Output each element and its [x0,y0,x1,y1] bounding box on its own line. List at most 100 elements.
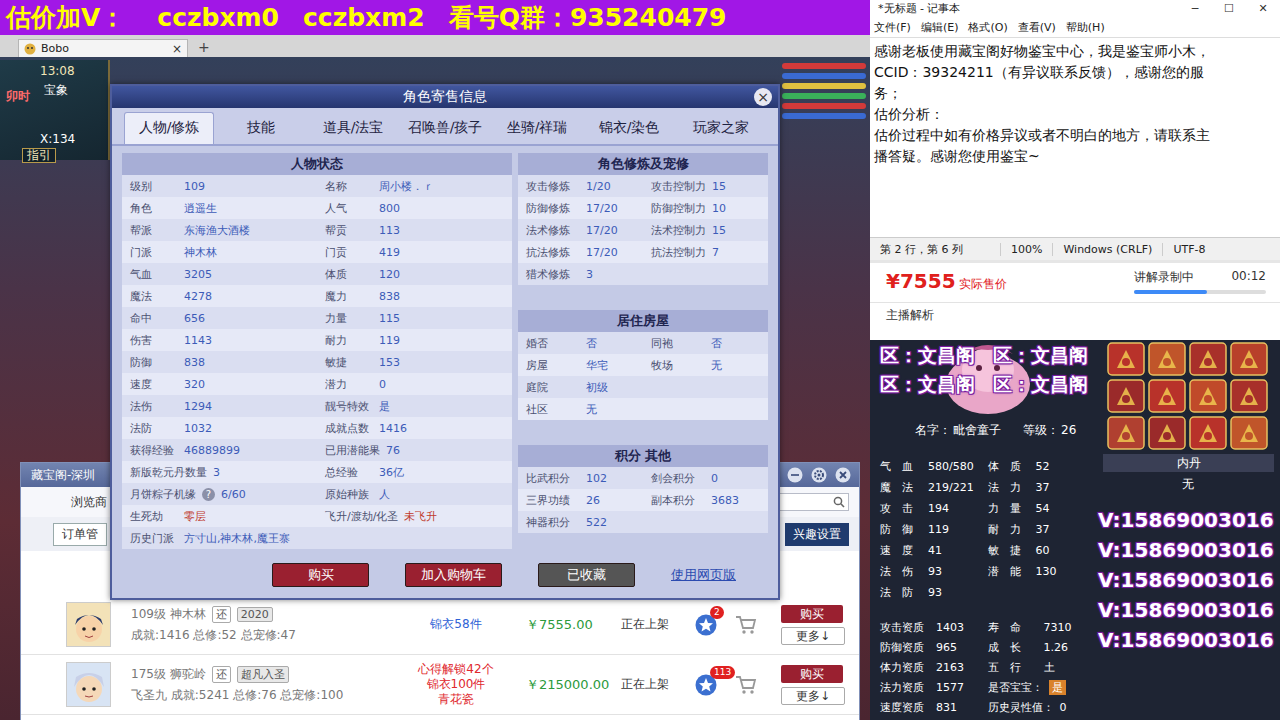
stat-label: 体力资质 [880,660,930,675]
field-value: 3683 [711,494,739,507]
tab[interactable]: 技能 [216,112,306,144]
close-icon[interactable] [835,467,851,483]
field-value: 方寸山,神木林,魔王寨 [184,531,290,546]
tab[interactable]: 玩家之家 [676,112,766,144]
menu-item[interactable]: 编辑(E) [921,20,959,35]
web-version-link[interactable]: 使用网页版 [671,566,736,584]
help-icon[interactable]: ? [202,488,215,501]
tab[interactable]: 召唤兽/孩子 [400,112,490,144]
tab-close-button[interactable]: × [172,42,182,56]
notepad-text[interactable]: 感谢老板使用藏宝阁好物鉴宝中心，我是鉴宝师小木，CCID：39324211（有异… [870,37,1280,237]
listing-text: 109级 神木林还2020成就:1416 总修:52 总宠修:47 [111,606,386,644]
listing-row[interactable]: 175级 狮驼岭还超凡入圣飞圣九 成就:5241 总修:76 总宠修:100心得… [21,655,859,715]
favorite[interactable]: 2 [686,614,726,636]
title-line: 109级 神木林还2020 [131,606,386,623]
skill-icon[interactable] [1148,379,1186,413]
field-value: 零层 [184,509,206,524]
window-control[interactable]: ✕ [1246,2,1280,15]
skill-icon[interactable] [1189,416,1227,450]
orders-tab[interactable]: 订单管 [53,523,107,546]
stat-value: 是 [1049,680,1066,695]
info-row: 命中656力量115 [122,307,512,329]
section-header: 角色修炼及宠修 [518,153,768,175]
window-control[interactable]: ☐ [1212,2,1246,15]
field-value: 0 [711,472,718,485]
pet-name: 毗舍童子 [953,422,1001,439]
stat-cell: 速 度41 [880,543,988,558]
minimize-icon[interactable] [787,467,803,483]
stat-cell: 潜 能130 [988,564,1096,579]
cart-icon [735,615,757,635]
skill-icon[interactable] [1107,416,1145,450]
stat-label: 耐 力 [988,522,1030,537]
skill-icon[interactable] [1189,379,1227,413]
skill-icon[interactable] [1107,379,1145,413]
interest-settings-button[interactable]: 兴趣设置 [785,523,849,546]
field-value: 115 [379,312,400,325]
field-label: 婚否 [526,336,580,351]
field-label: 已用潜能果 [325,443,380,458]
sale-price-label: 实际售价 [959,277,1007,291]
status-bar [782,113,866,119]
field-label: 三界功绩 [526,493,580,508]
buy-button[interactable]: 购买 [272,563,369,587]
text-line: 播答疑。感谢您使用鉴宝~ [874,146,1276,167]
more-button[interactable]: 更多↓ [781,687,845,705]
favorited-button[interactable]: 已收藏 [538,563,635,587]
stat-value: 37 [1036,523,1050,536]
stat-label: 法 力 [988,480,1030,495]
tab[interactable]: 坐骑/祥瑞 [492,112,582,144]
buy-button[interactable]: 购买 [781,665,843,683]
skill-icon[interactable] [1189,342,1227,376]
guide-button[interactable]: 指引 [22,148,56,163]
field-label: 靓号特效 [325,399,373,414]
new-tab-button[interactable]: + [194,39,214,57]
menu-item[interactable]: 格式(O) [968,20,1007,35]
favorite[interactable]: 113 [686,674,726,696]
field-label: 魔法 [130,289,178,304]
stat-value: 2163 [936,661,964,674]
info-cell: 成就点数1416 [317,417,512,439]
info-row: 庭院初级 [518,376,768,398]
info-row: 伤害1143耐力119 [122,329,512,351]
cart[interactable] [726,615,766,635]
skill-icon[interactable] [1148,416,1186,450]
info-cell: 房屋华宅 [518,354,643,376]
stat-row: 速度资质831历史灵性值：0 [880,697,1095,717]
tab[interactable]: 锦衣/染色 [584,112,674,144]
info-row: 婚否否同袍否 [518,332,768,354]
info-cell: 攻击控制力15 [643,175,768,197]
info-cell: 名称周小楼．ｒ [317,175,512,197]
close-button[interactable]: × [754,88,772,106]
stat-cell: 防御资质965 [880,640,988,655]
stat-cell: 速度资质831 [880,700,988,715]
browse-tab[interactable]: 浏览商 [71,494,107,511]
search-box[interactable] [769,493,849,511]
menu-item[interactable]: 帮助(H) [1066,20,1105,35]
status-bar [782,73,866,79]
info-line: 锦衣58件 [386,617,526,632]
tab[interactable]: 道具/法宝 [308,112,398,144]
game-hud: 13:08宝象卯时X:134指引 [0,60,110,160]
skill-icon[interactable] [1107,342,1145,376]
listing-row[interactable]: 109级 神木林还2020成就:1416 总修:52 总宠修:47锦衣58件￥7… [21,595,859,655]
more-button[interactable]: 更多↓ [781,627,845,645]
info-row: 防御838敏捷153 [122,351,512,373]
buy-button[interactable]: 购买 [781,605,843,623]
skill-icon[interactable] [1230,379,1268,413]
skill-icon[interactable] [1230,342,1268,376]
field-value: 1032 [184,422,212,435]
menu-item[interactable]: 查看(V) [1018,20,1056,35]
menu-item[interactable]: 文件(F) [874,20,911,35]
window-control[interactable]: ─ [1178,2,1212,15]
gear-icon[interactable] [811,467,827,483]
stat-cell: 气 血580/580 [880,459,988,474]
stat-label: 成 长 [988,640,1038,655]
skill-icon[interactable] [1148,342,1186,376]
browser-tab[interactable]: Bobo× [18,39,188,57]
tab[interactable]: 人物/修炼 [124,112,214,144]
skill-icon[interactable] [1230,416,1268,450]
info-row: 三界功绩26副本积分3683 [518,489,768,511]
add-to-cart-button[interactable]: 加入购物车 [405,563,502,587]
stat-row: 防御资质965成 长1.26 [880,637,1095,657]
